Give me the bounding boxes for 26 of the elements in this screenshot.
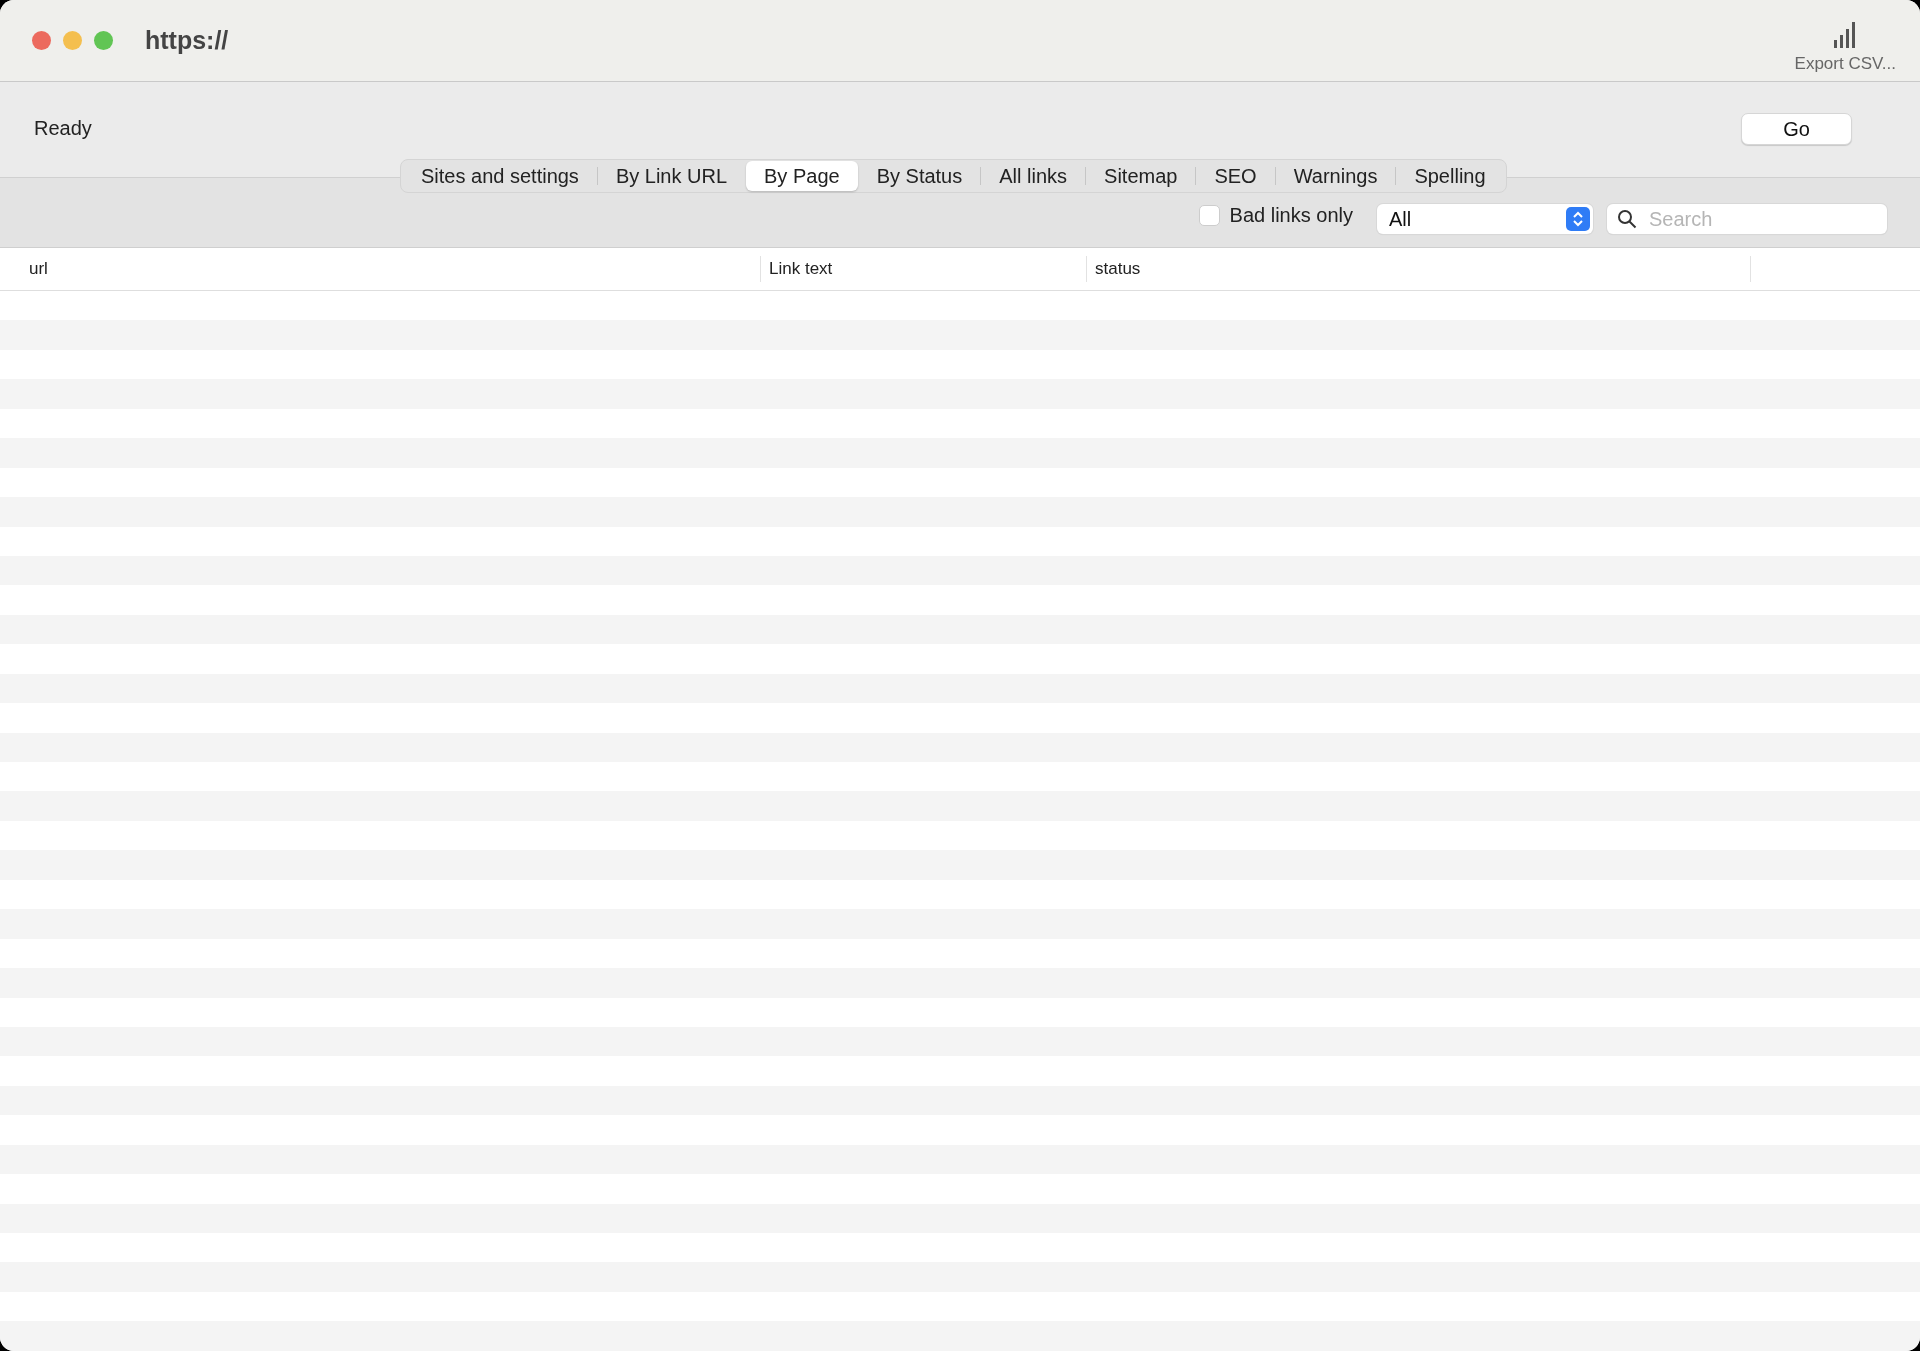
go-button[interactable]: Go — [1741, 113, 1852, 145]
checkbox-label: Bad links only — [1229, 204, 1353, 227]
minimize-button[interactable] — [63, 31, 82, 50]
tab[interactable]: SEO — [1196, 161, 1275, 191]
filter-dropdown[interactable]: All — [1377, 204, 1593, 234]
zoom-button[interactable] — [94, 31, 113, 50]
window-title: https:// — [145, 26, 230, 55]
tab[interactable]: By Status — [858, 161, 981, 191]
tab[interactable]: By Link URL — [597, 161, 746, 191]
bar-chart-icon — [1833, 21, 1858, 48]
tab[interactable]: Sites and settings — [403, 161, 597, 191]
tab[interactable]: Spelling — [1396, 161, 1504, 191]
column-header[interactable]: url — [29, 259, 48, 279]
column-header[interactable]: Link text — [769, 259, 833, 279]
column-header[interactable]: status — [1095, 259, 1141, 279]
tab[interactable]: Sitemap — [1086, 161, 1196, 191]
checkbox[interactable] — [1198, 205, 1220, 226]
tab[interactable]: Warnings — [1275, 161, 1396, 191]
export-csv-button[interactable]: Export CSV... — [1794, 21, 1896, 74]
stepper-icon — [1566, 207, 1590, 231]
tab[interactable]: By Page — [746, 161, 858, 191]
close-button[interactable] — [32, 31, 51, 50]
search-icon — [1617, 209, 1637, 229]
status-text: Ready — [34, 117, 92, 140]
tab[interactable]: All links — [981, 161, 1086, 191]
search-field[interactable]: Search — [1607, 204, 1887, 234]
